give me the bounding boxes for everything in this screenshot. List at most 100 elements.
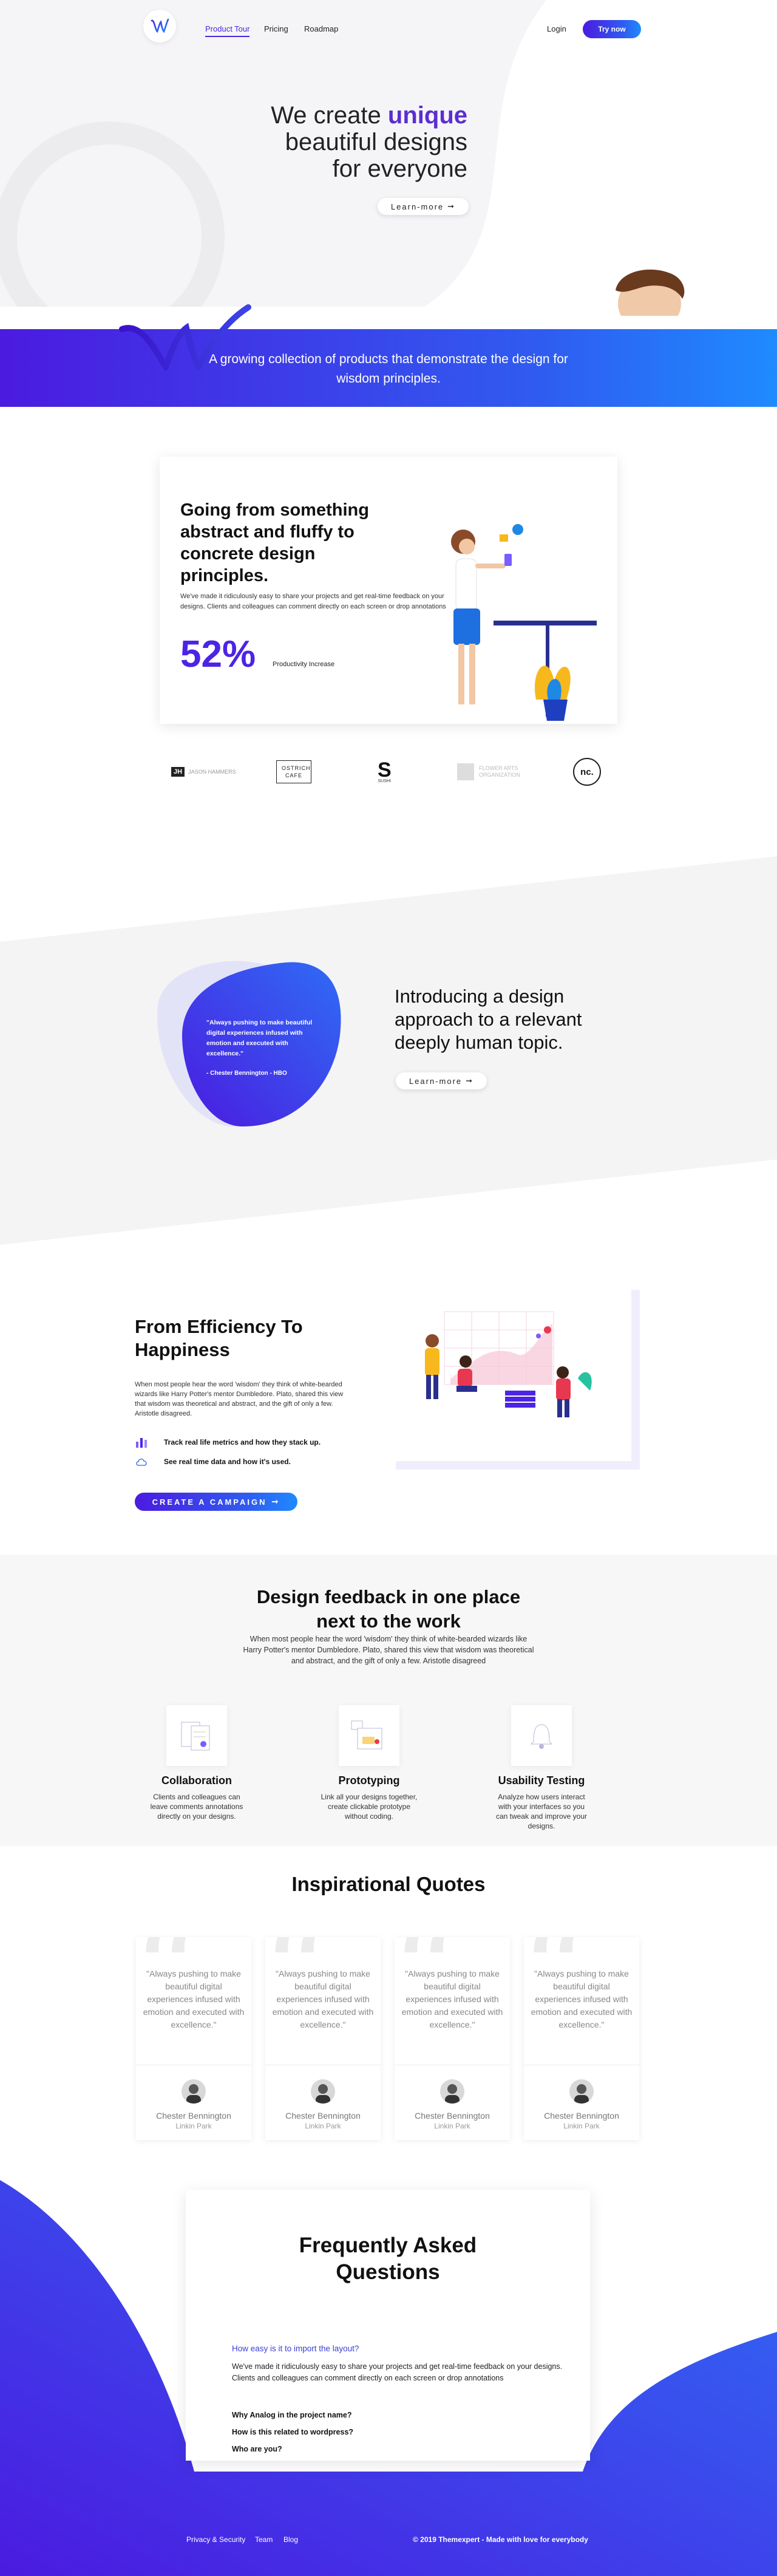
footer-copyright: © 2019 Themexpert - Made with love for e…: [413, 2535, 588, 2544]
feature-card-title: Prototyping: [338, 1774, 400, 1787]
quote-author-band: Linkin Park: [434, 2122, 470, 2130]
arrow-right-icon: ➞: [466, 1076, 474, 1085]
logo-text: nc.: [573, 758, 601, 786]
quote-text: "Always pushing to make beautiful digita…: [531, 1969, 633, 2029]
logo-text: OSTRICH CAFE: [276, 760, 311, 783]
avatar: [182, 2079, 206, 2104]
quote-text: "Always pushing to make beautiful digita…: [401, 1969, 503, 2029]
intro-background: [0, 856, 777, 1245]
client-logo-flower-arts: FLOWER ARTS ORGANIZATION: [457, 758, 528, 786]
logo-w-icon: [151, 18, 169, 33]
faq-panel: Frequently Asked Questions How easy is i…: [186, 2190, 590, 2461]
feature-card-text: Link all your designs together, create c…: [321, 1793, 418, 1821]
quote-card: “ "Always pushing to make beautiful digi…: [395, 1937, 510, 2140]
banner-text: A growing collection of products that de…: [209, 352, 568, 386]
try-now-button[interactable]: Try now: [583, 20, 641, 38]
intro-quote-author: - Chester Bennington - HBO: [206, 1070, 287, 1077]
logo-text: SUSHI: [378, 779, 392, 783]
efficiency-body: When most people hear the word 'wisdom' …: [135, 1381, 344, 1417]
team-analytics-illustration: [425, 1311, 592, 1417]
prototyping-icon: [339, 1705, 399, 1766]
productivity-stat-label: Productivity Increase: [273, 661, 335, 668]
faq-question-open[interactable]: How easy is it to import the layout?: [232, 2344, 359, 2353]
person-head-illustration: [616, 269, 685, 316]
hero-highlight: unique: [387, 102, 467, 129]
hero-learn-more-button[interactable]: Learn-more ➞: [378, 198, 469, 215]
feature-item-metrics: Track real life metrics and how they sta…: [135, 1436, 321, 1449]
feedback-title-text: Design feedback in one place next to the…: [256, 1586, 521, 1632]
feedback-body: When most people hear the word 'wisdom' …: [243, 1635, 534, 1665]
quote-card: “ "Always pushing to make beautiful digi…: [265, 1937, 381, 2140]
bar-chart-icon: [136, 1438, 147, 1448]
avatar: [569, 2079, 594, 2104]
hero-line2: beautiful designs: [285, 129, 467, 155]
arrow-right-icon: ➞: [271, 1497, 280, 1506]
quote-card: “ "Always pushing to make beautiful digi…: [136, 1937, 251, 2140]
woman-phone-illustration: [451, 524, 597, 721]
footer-link-blog[interactable]: Blog: [283, 2535, 298, 2544]
principles-banner: A growing collection of products that de…: [0, 329, 777, 407]
create-campaign-button[interactable]: CREATE A CAMPAIGN ➞: [135, 1493, 297, 1511]
quote-text: "Always pushing to make beautiful digita…: [143, 1969, 245, 2029]
feature-card-usability: Usability Testing Analyze how users inte…: [481, 1705, 602, 1831]
usability-icon: [511, 1705, 572, 1766]
cloud-icon: [136, 1458, 147, 1466]
hero-learn-more-label: Learn-more: [390, 202, 444, 211]
quote-author-name: Chester Bennington: [156, 2111, 231, 2121]
nav-product-tour[interactable]: Product Tour: [205, 24, 250, 37]
client-logo-ostrich-cafe: OSTRICH CAFE: [276, 758, 311, 786]
faq-question[interactable]: Who are you?: [232, 2445, 282, 2453]
hero-headline: We create unique beautiful designs for e…: [231, 102, 467, 182]
quotes-title: Inspirational Quotes: [291, 1873, 486, 1895]
intro-learn-more-button[interactable]: Learn-more ➞: [396, 1072, 487, 1089]
feature-card-prototyping: Prototyping Link all your designs togeth…: [308, 1705, 430, 1821]
quote-author-name: Chester Bennington: [285, 2111, 361, 2121]
create-campaign-label: CREATE A CAMPAIGN: [152, 1497, 267, 1507]
client-logo-sushi: S SUSHI: [378, 758, 392, 783]
faq-question[interactable]: Why Analog in the project name?: [232, 2411, 351, 2419]
quote-author-name: Chester Bennington: [415, 2111, 490, 2121]
logo-text: FLOWER ARTS ORGANIZATION: [479, 765, 520, 778]
footer-link-privacy[interactable]: Privacy & Security: [186, 2535, 245, 2544]
quote-card: “ "Always pushing to make beautiful digi…: [524, 1937, 639, 2140]
faq-answer: We've made it ridiculously easy to share…: [232, 2362, 563, 2382]
client-logo-nc: nc.: [573, 758, 601, 786]
feature-label: Track real life metrics and how they sta…: [164, 1438, 321, 1446]
brand-logo[interactable]: [143, 10, 176, 43]
avatar: [311, 2079, 335, 2104]
quote-author-band: Linkin Park: [175, 2122, 212, 2130]
productivity-stat: 52%: [180, 633, 256, 675]
faq-title: Frequently Asked Questions: [186, 2232, 590, 2286]
feature-card-title: Usability Testing: [498, 1774, 585, 1787]
login-link[interactable]: Login: [547, 24, 566, 33]
brand-w-mark-icon: [119, 304, 251, 370]
quote-author-name: Chester Bennington: [544, 2111, 619, 2121]
client-logo-jason-hammers: JH JASON HAMMERS: [171, 758, 236, 786]
feature-label: See real time data and how it's used.: [164, 1457, 291, 1466]
intro-learn-more-label: Learn-more: [409, 1076, 463, 1086]
feature-item-realtime: See real time data and how it's used.: [135, 1455, 291, 1468]
card1-body: We've made it ridiculously easy to share…: [180, 593, 446, 610]
nav-roadmap[interactable]: Roadmap: [304, 24, 338, 33]
feature-card-collaboration: Collaboration Clients and colleagues can…: [136, 1705, 257, 1821]
efficiency-title: From Efficiency To Happiness: [135, 1316, 303, 1360]
card1-title: Going from something abstract and fluffy…: [180, 500, 369, 585]
decor-ring: [0, 121, 225, 307]
principles-card: Going from something abstract and fluffy…: [160, 457, 617, 724]
faq-title-text: Frequently Asked Questions: [299, 2234, 477, 2284]
hero-line1a: We create: [271, 102, 381, 129]
avatar: [440, 2079, 464, 2104]
arrow-right-icon: ➞: [447, 202, 456, 211]
feature-card-text: Analyze how users interact with your int…: [495, 1793, 588, 1830]
quote-text: "Always pushing to make beautiful digita…: [272, 1969, 374, 2029]
feedback-title: Design feedback in one place next to the…: [0, 1585, 777, 1634]
feature-card-text: Clients and colleagues can leave comment…: [150, 1793, 243, 1821]
feature-card-title: Collaboration: [161, 1774, 232, 1787]
collaboration-icon: [166, 1705, 227, 1766]
nav-pricing[interactable]: Pricing: [264, 24, 288, 33]
quote-author-band: Linkin Park: [305, 2122, 341, 2130]
intro-title: Introducing a design approach to a relev…: [395, 986, 582, 1053]
faq-question[interactable]: How is this related to wordpress?: [232, 2428, 353, 2436]
footer-link-team[interactable]: Team: [255, 2535, 273, 2544]
intro-quote-text: "Always pushing to make beautiful digita…: [206, 1019, 313, 1057]
